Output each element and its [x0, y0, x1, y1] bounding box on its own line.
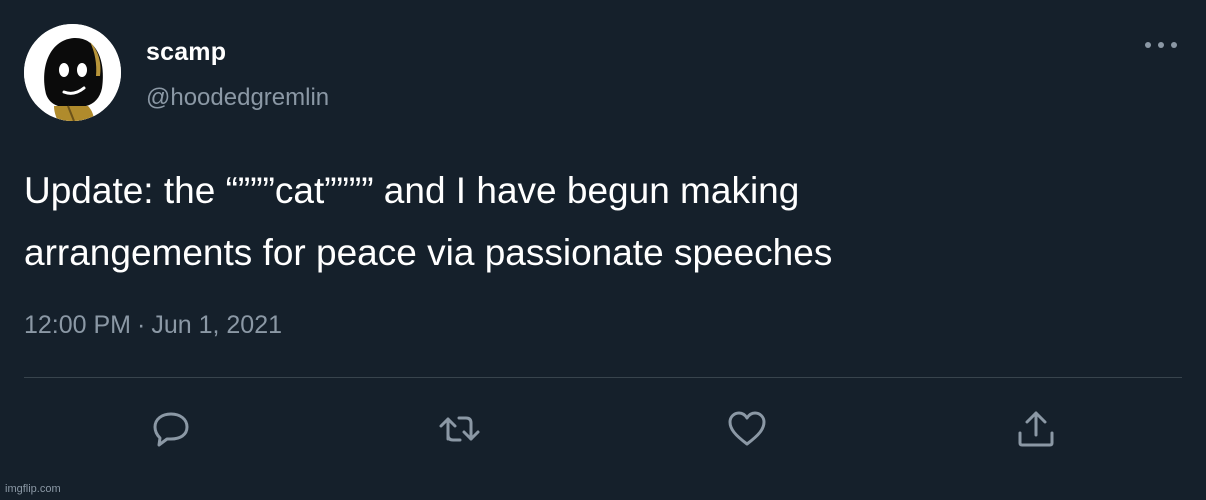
tweet-time: 12:00 PM — [24, 311, 132, 339]
retweet-button[interactable] — [436, 405, 484, 453]
heart-icon — [728, 411, 766, 446]
tweet-text-line: Update: the “”””cat”””” and I have begun… — [24, 170, 800, 211]
tweet-date: Jun 1, 2021 — [151, 311, 283, 339]
retweet-icon — [439, 416, 480, 442]
divider — [24, 377, 1182, 378]
avatar-hooded-figure-icon — [24, 24, 121, 121]
tweet-card: scamp @hoodedgremlin Update: the “”””cat… — [0, 0, 1206, 500]
reply-button[interactable] — [147, 405, 195, 453]
share-button[interactable] — [1012, 405, 1060, 453]
more-dots-icon — [1145, 42, 1177, 48]
like-button[interactable] — [723, 405, 771, 453]
display-name[interactable]: scamp — [146, 38, 226, 67]
tweet-text-line: arrangements for peace via passionate sp… — [24, 232, 833, 273]
tweet-timestamp[interactable]: 12:00 PM · Jun 1, 2021 — [24, 311, 282, 340]
share-icon — [1018, 411, 1054, 447]
watermark: imgflip.com — [5, 483, 61, 495]
tweet-text: Update: the “”””cat”””” and I have begun… — [24, 160, 1174, 284]
reply-icon — [153, 412, 189, 447]
more-options-button[interactable] — [1141, 32, 1181, 58]
user-handle[interactable]: @hoodedgremlin — [146, 84, 329, 112]
avatar[interactable] — [24, 24, 121, 121]
meta-separator: · — [137, 311, 146, 339]
